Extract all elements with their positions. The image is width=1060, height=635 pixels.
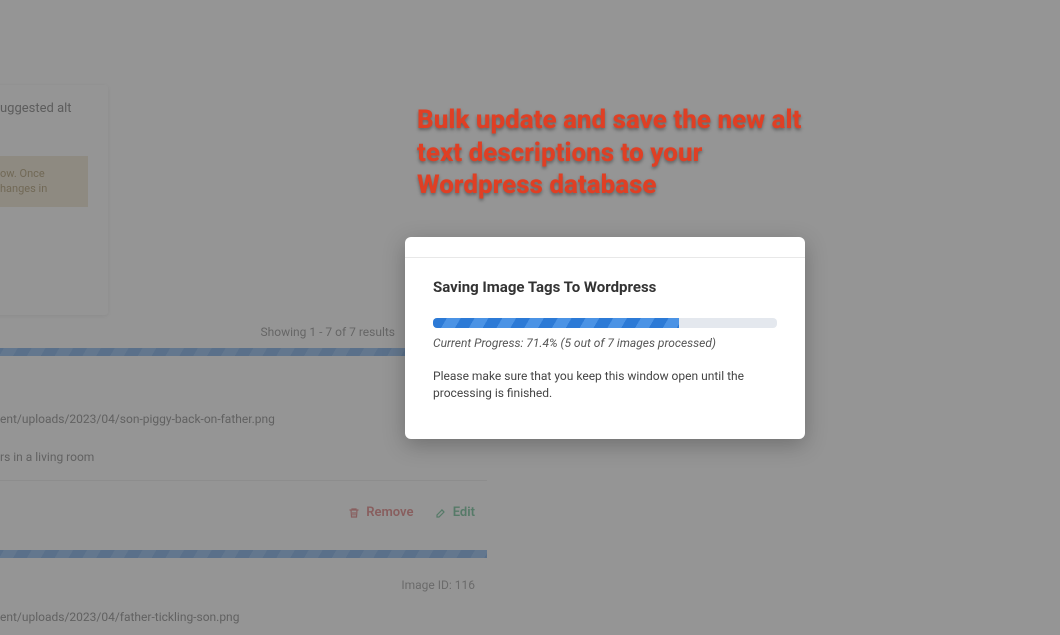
progress-text: Current Progress: 71.4% (5 out of 7 imag…	[433, 336, 777, 350]
save-progress-modal: Saving Image Tags To Wordpress Current P…	[405, 237, 805, 439]
modal-title: Saving Image Tags To Wordpress	[433, 278, 777, 296]
modal-divider	[405, 257, 805, 258]
annotation-callout: Bulk update and save the new alt text de…	[417, 104, 817, 202]
progress-fill	[433, 318, 679, 328]
modal-note: Please make sure that you keep this wind…	[433, 368, 777, 403]
progress-bar	[433, 318, 777, 328]
